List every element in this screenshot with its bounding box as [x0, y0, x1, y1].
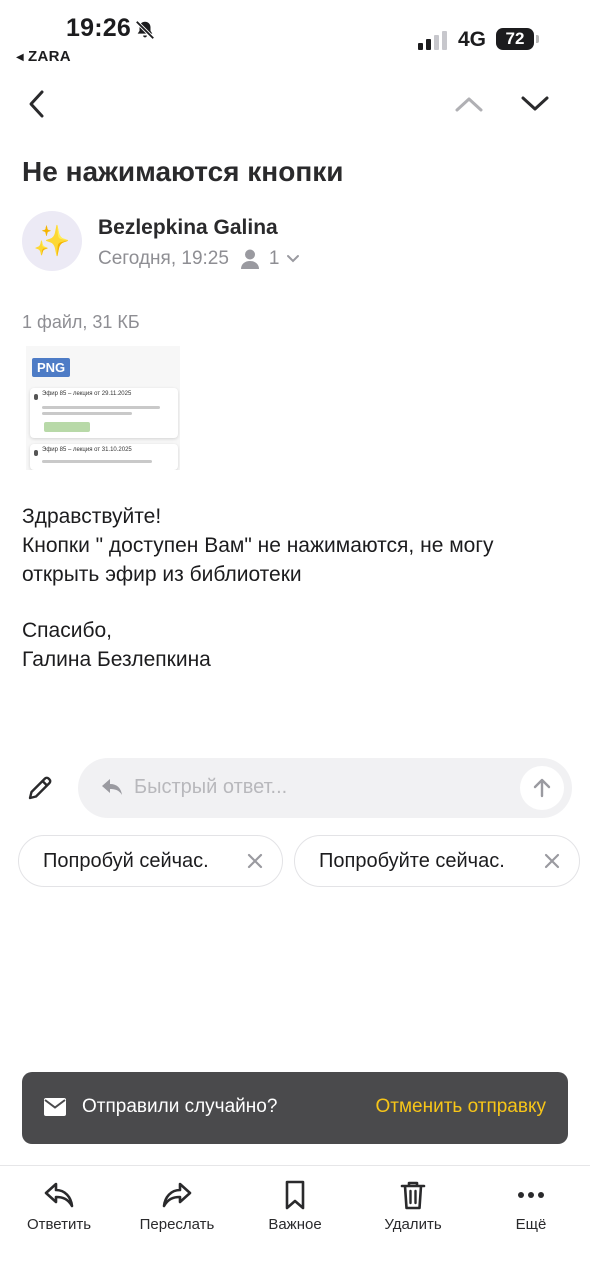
back-button[interactable] — [17, 84, 57, 124]
delete-label: Удалить — [384, 1216, 442, 1233]
status-time: 19:26 — [66, 14, 131, 42]
body-signature: Галина Безлепкина — [22, 648, 211, 671]
back-app-label: ZARA — [28, 48, 71, 65]
body-line: открыть эфир из библиотеки — [22, 563, 302, 586]
sparkles-icon: ✨ — [33, 224, 71, 258]
chevron-down-icon — [286, 255, 299, 263]
signal-icon — [418, 31, 447, 50]
more-dots-icon — [518, 1192, 544, 1198]
trash-icon — [400, 1181, 426, 1210]
attachment-info: 1 файл, 31 КБ — [22, 312, 140, 332]
chevron-left-icon — [29, 90, 44, 118]
close-icon[interactable] — [246, 852, 264, 870]
email-date: Сегодня, 19:25 — [98, 248, 229, 269]
important-label: Важное — [268, 1216, 322, 1233]
sender-name[interactable]: Bezlepkina Galina — [98, 216, 278, 240]
suggestion-label: Попробуй сейчас. — [43, 849, 209, 872]
file-type-badge: PNG — [32, 358, 71, 377]
send-button[interactable] — [520, 766, 564, 810]
more-button[interactable]: Ещё — [481, 1178, 581, 1233]
person-icon — [240, 249, 259, 269]
chevron-down-icon — [521, 96, 549, 111]
reply-button[interactable]: Ответить — [9, 1178, 109, 1233]
reply-icon — [44, 1182, 74, 1208]
undo-send-button[interactable]: Отменить отправку — [376, 1096, 547, 1118]
bookmark-icon — [285, 1180, 305, 1210]
envelope-icon — [44, 1098, 66, 1116]
email-subject: Не нажимаются кнопки — [22, 156, 344, 187]
preview-item-title: Эфир 85 – лекция от 29.11.2025 — [42, 391, 132, 397]
reply-label: Ответить — [26, 1216, 92, 1233]
quick-reply-field[interactable]: Быстрый ответ... — [78, 758, 572, 818]
suggestion-label: Попробуйте сейчас. — [319, 849, 505, 872]
quick-reply-placeholder: Быстрый ответ... — [134, 776, 288, 798]
previous-email-button[interactable] — [449, 84, 489, 124]
next-email-button[interactable] — [515, 84, 555, 124]
chevron-up-icon — [455, 97, 483, 112]
suggestion-chip[interactable]: Попробуй сейчас. — [18, 835, 283, 887]
important-button[interactable]: Важное — [245, 1178, 345, 1233]
email-meta[interactable]: Сегодня, 19:25 1 — [98, 248, 300, 270]
preview-item-title: Эфир 85 – лекция от 31.10.2025 — [42, 447, 132, 453]
close-icon[interactable] — [543, 852, 561, 870]
forward-label: Переслать — [139, 1216, 215, 1233]
pencil-icon[interactable] — [24, 772, 56, 804]
bottom-action-bar: Ответить Переслать Важное Удалить Ещё — [0, 1165, 590, 1280]
attachment-thumbnail[interactable]: PNG Эфир 85 – лекция от 29.11.2025 Эфир … — [26, 346, 180, 470]
more-label: Ещё — [515, 1216, 547, 1233]
bell-muted-icon — [135, 20, 155, 40]
recipients-count: 1 — [268, 248, 280, 269]
body-thanks: Спасибо, — [22, 619, 112, 642]
network-type: 4G — [458, 28, 487, 51]
suggestion-chip[interactable]: Попробуйте сейчас. — [294, 835, 580, 887]
forward-icon — [162, 1182, 192, 1208]
delete-button[interactable]: Удалить — [363, 1178, 463, 1233]
arrow-up-icon — [533, 778, 551, 798]
battery-level: 72 — [496, 28, 534, 50]
back-to-app[interactable]: ◀ ZARA — [16, 48, 71, 65]
email-body: Здравствуйте! Кнопки " доступен Вам" не … — [22, 502, 494, 674]
snackbar-message: Отправили случайно? — [82, 1096, 278, 1117]
avatar[interactable]: ✨ — [22, 211, 82, 271]
body-line: Кнопки " доступен Вам" не нажимаются, не… — [22, 534, 494, 557]
undo-send-snackbar: Отправили случайно? Отменить отправку — [22, 1072, 568, 1144]
reply-icon — [102, 779, 122, 795]
forward-button[interactable]: Переслать — [127, 1178, 227, 1233]
body-greeting: Здравствуйте! — [22, 505, 162, 528]
battery-indicator: 72 — [496, 28, 540, 50]
